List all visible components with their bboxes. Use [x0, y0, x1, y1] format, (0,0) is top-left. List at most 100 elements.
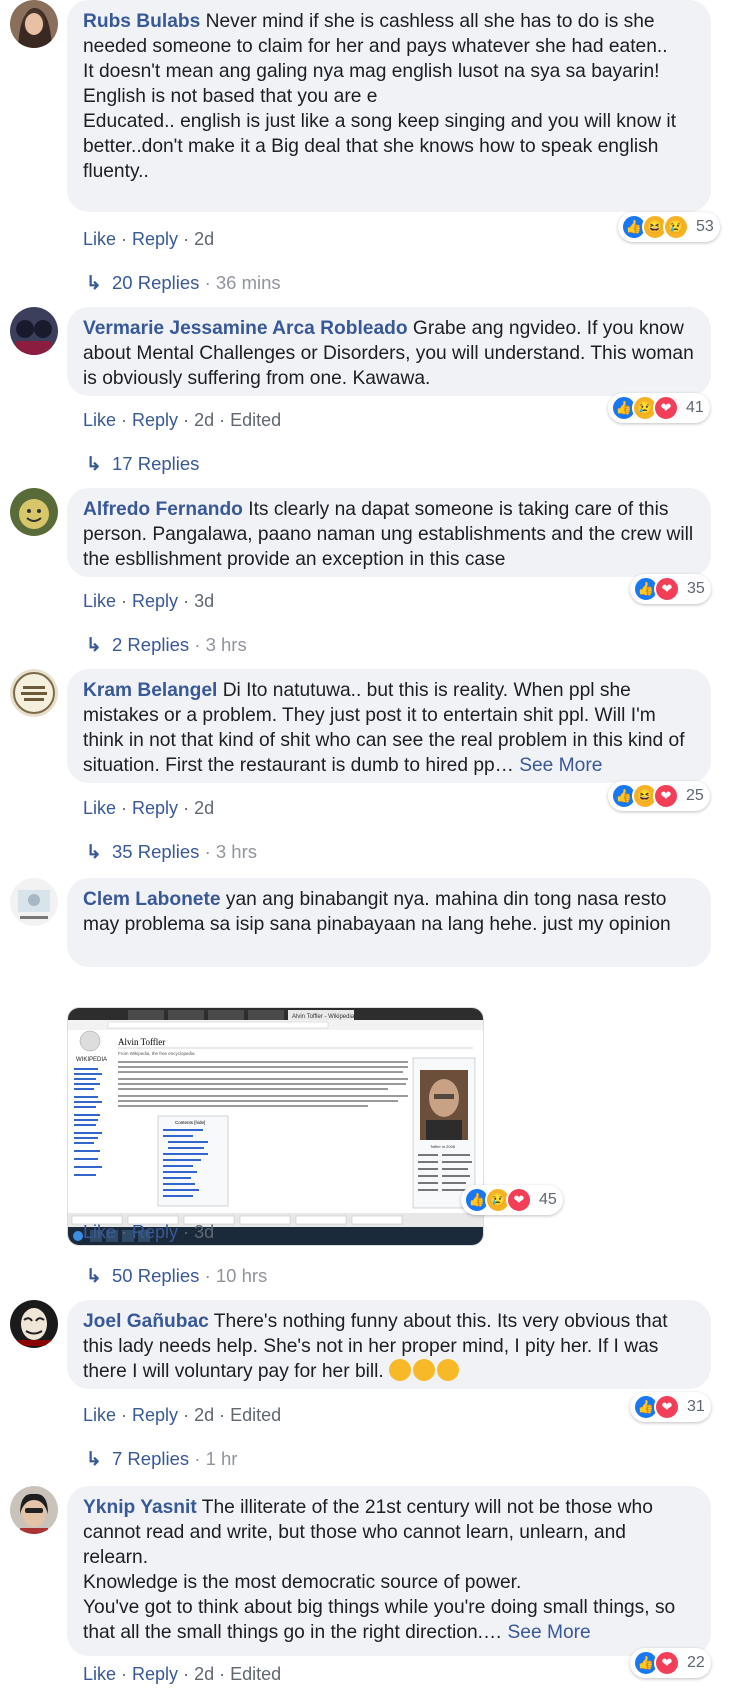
reaction-count: 22 — [687, 1654, 705, 1671]
love-reaction-icon: ❤ — [653, 395, 679, 421]
reply-arrow-icon: ↳ — [86, 272, 102, 293]
attached-screenshot[interactable]: Alvin Toffler - Wikipedia WIKIPEDIA Alvi… — [67, 1007, 484, 1246]
see-more-link[interactable]: See More — [507, 1622, 590, 1643]
replies-count[interactable]: 2 Replies — [112, 634, 189, 655]
love-reaction-icon: ❤ — [654, 1394, 680, 1420]
sad-reaction-icon: 😢 — [663, 214, 689, 240]
comment-author[interactable]: Rubs Bulabs — [83, 11, 200, 32]
disappointed-face-icon — [413, 1359, 436, 1381]
comment-bubble: Joel Gañubac There's nothing funny about… — [67, 1300, 711, 1389]
reply-link[interactable]: Reply — [132, 410, 178, 430]
reaction-summary[interactable]: 👍 😆 😢 53 — [618, 212, 720, 242]
reaction-summary[interactable]: 👍 ❤ 35 — [630, 574, 711, 604]
reaction-summary[interactable]: 👍 😆 ❤ 25 — [608, 781, 710, 811]
replies-time: 3 hrs — [215, 841, 258, 862]
comment-bubble: Rubs Bulabs Never mind if she is cashles… — [67, 0, 711, 212]
reaction-count: 31 — [687, 1398, 705, 1415]
comment-author[interactable]: Vermarie Jessamine Arca Robleado — [83, 318, 408, 339]
reply-link[interactable]: Reply — [132, 798, 178, 818]
comment-author[interactable]: Joel Gañubac — [83, 1311, 209, 1332]
reply-arrow-icon: ↳ — [86, 841, 102, 862]
comment-bubble: Clem Labonete yan ang binabangit nya. ma… — [67, 878, 711, 967]
reply-link[interactable]: Reply — [132, 1405, 178, 1425]
replies-time: 10 hrs — [215, 1265, 268, 1286]
comment-author[interactable]: Clem Labonete — [83, 889, 221, 910]
like-link[interactable]: Like — [83, 410, 116, 430]
comment-time[interactable]: 2d — [194, 410, 214, 430]
comment-text: Never mind if she is cashless all she ha… — [83, 11, 677, 182]
replies-count[interactable]: 35 Replies — [112, 841, 199, 862]
reply-arrow-icon: ↳ — [86, 634, 102, 655]
avatar[interactable] — [10, 488, 58, 536]
comment-actions: Like · Reply · 2d — [83, 798, 215, 818]
comment-time[interactable]: 2d — [194, 229, 214, 249]
like-link[interactable]: Like — [83, 798, 116, 818]
like-link[interactable]: Like — [83, 1664, 116, 1684]
comment-actions: Like · Reply · 2d · Edited — [83, 410, 282, 430]
avatar[interactable] — [10, 0, 58, 48]
comment-actions: Like · Reply · 2d · Edited — [83, 1405, 282, 1425]
disappointed-face-icon — [437, 1359, 460, 1381]
replies-count[interactable]: 17 Replies — [112, 453, 199, 474]
avatar[interactable] — [10, 1300, 58, 1348]
avatar[interactable] — [10, 878, 58, 926]
edited-label[interactable]: Edited — [230, 1405, 281, 1425]
comment-actions: Like · Reply · 2d — [83, 229, 215, 249]
comment-author[interactable]: Alfredo Fernando — [83, 499, 243, 520]
replies-time: 36 mins — [215, 272, 281, 293]
reaction-count: 53 — [696, 218, 714, 235]
reaction-count: 45 — [539, 1191, 557, 1208]
avatar[interactable] — [10, 669, 58, 717]
contents-box-title: Contents [hide] — [175, 1120, 205, 1125]
reply-arrow-icon: ↳ — [86, 1448, 102, 1469]
replies-time: 3 hrs — [205, 634, 247, 655]
replies-count[interactable]: 50 Replies — [112, 1265, 199, 1286]
comment-bubble: Alfredo Fernando Its clearly na dapat so… — [67, 488, 711, 577]
comment-bubble: Yknip Yasnit The illiterate of the 21st … — [67, 1486, 711, 1656]
see-more-link[interactable]: See More — [519, 755, 602, 776]
reaction-summary[interactable]: 👍 😢 ❤ 45 — [461, 1185, 563, 1215]
wikipedia-logo-text: WIKIPEDIA — [76, 1057, 107, 1063]
view-replies-link[interactable]: ↳ 50 Replies · 10 hrs — [86, 1265, 267, 1287]
comment-author[interactable]: Yknip Yasnit — [83, 1497, 197, 1518]
comment-time[interactable]: 2d — [194, 1664, 214, 1684]
like-link[interactable]: Like — [83, 1222, 116, 1242]
edited-label[interactable]: Edited — [230, 410, 281, 430]
reaction-summary[interactable]: 👍 ❤ 22 — [630, 1648, 711, 1678]
like-link[interactable]: Like — [83, 229, 116, 249]
avatar[interactable] — [10, 307, 58, 355]
replies-count[interactable]: 20 Replies — [112, 272, 199, 293]
comment-author[interactable]: Kram Belangel — [83, 680, 217, 701]
comment-actions: Like · Reply · 3d — [83, 1222, 215, 1242]
comment-actions: Like · Reply · 2d · Edited — [83, 1664, 282, 1684]
comment-time[interactable]: 3d — [194, 591, 214, 611]
reaction-summary[interactable]: 👍 ❤ 31 — [630, 1392, 711, 1422]
edited-label[interactable]: Edited — [230, 1664, 281, 1684]
reaction-count: 35 — [687, 580, 705, 597]
reply-link[interactable]: Reply — [132, 591, 178, 611]
like-link[interactable]: Like — [83, 591, 116, 611]
view-replies-link[interactable]: ↳ 17 Replies — [86, 453, 199, 475]
comment-time[interactable]: 2d — [194, 1405, 214, 1425]
replies-count[interactable]: 7 Replies — [112, 1448, 189, 1469]
view-replies-link[interactable]: ↳ 35 Replies · 3 hrs — [86, 841, 257, 863]
comment-time[interactable]: 2d — [194, 798, 214, 818]
avatar[interactable] — [10, 1486, 58, 1534]
like-link[interactable]: Like — [83, 1405, 116, 1425]
view-replies-link[interactable]: ↳ 20 Replies · 36 mins — [86, 272, 281, 294]
reply-link[interactable]: Reply — [132, 1664, 178, 1684]
comment-time[interactable]: 3d — [194, 1222, 214, 1242]
view-replies-link[interactable]: ↳ 2 Replies · 3 hrs — [86, 634, 247, 656]
article-subtitle: From Wikipedia, the free encyclopedia — [118, 1051, 195, 1056]
reply-link[interactable]: Reply — [132, 1222, 178, 1242]
love-reaction-icon: ❤ — [654, 576, 680, 602]
reply-arrow-icon: ↳ — [86, 453, 102, 474]
reply-link[interactable]: Reply — [132, 229, 178, 249]
reply-arrow-icon: ↳ — [86, 1265, 102, 1286]
reaction-count: 41 — [686, 399, 704, 416]
reaction-summary[interactable]: 👍 😢 ❤ 41 — [608, 393, 710, 423]
disappointed-face-icon — [389, 1359, 412, 1381]
view-replies-link[interactable]: ↳ 7 Replies · 1 hr — [86, 1448, 237, 1470]
replies-time: 1 hr — [205, 1448, 238, 1469]
comment-bubble: Vermarie Jessamine Arca Robleado Grabe a… — [67, 307, 711, 396]
